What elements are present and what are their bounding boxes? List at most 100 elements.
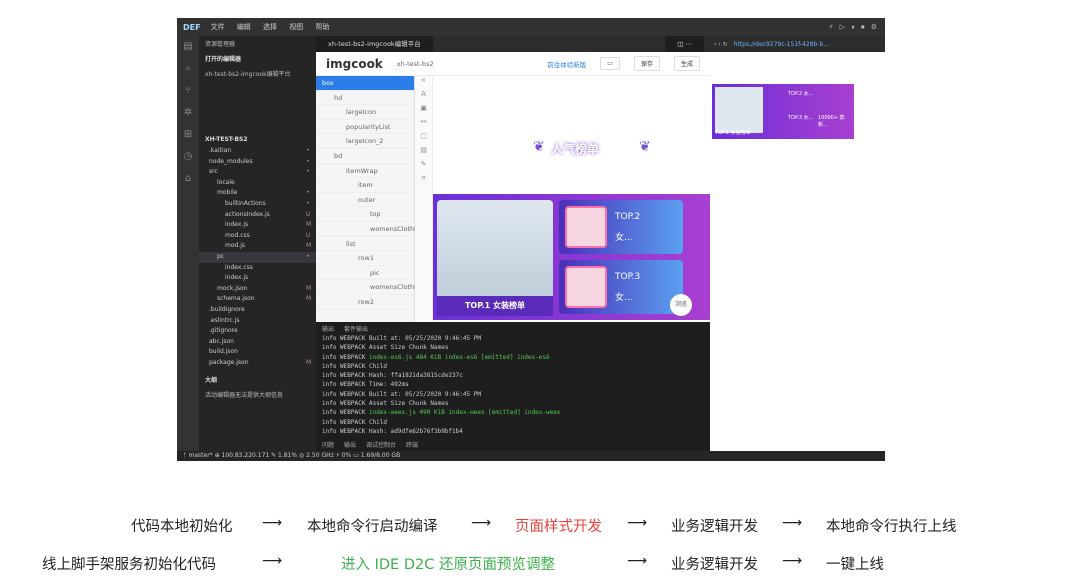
git-status-badge: •	[306, 147, 310, 154]
git-status-badge: •	[306, 199, 310, 207]
layer-item[interactable]: bd	[316, 149, 414, 164]
file-tree-item[interactable]: mod.js M	[199, 241, 316, 252]
layer-item[interactable]: womensClothingI	[316, 222, 426, 237]
menu-file[interactable]: 文件	[211, 23, 225, 31]
file-tree-item[interactable]: build.json	[199, 347, 316, 358]
git-status-badge	[306, 316, 316, 327]
top3-card[interactable]: TOP.3 女...	[559, 260, 683, 314]
layer-item[interactable]: popularityList	[316, 120, 414, 135]
log-text: info WEBPACK Built at: 05/25/2020 9:46:4…	[322, 390, 481, 398]
file-tree-item[interactable]: builtinActions •	[199, 199, 316, 210]
flow2-step1: 线上脚手架服务初始化代码	[42, 557, 216, 573]
code-tool-icon[interactable]: ⌗	[415, 174, 432, 188]
tab-output-bottom[interactable]: 输出	[344, 440, 356, 450]
layer-item[interactable]: list	[316, 237, 414, 252]
log-line: info WEBPACK Asset Size Chunk Names	[316, 343, 710, 352]
file-tree-item[interactable]: abc.json	[199, 337, 316, 348]
file-name: .kaitian	[209, 147, 232, 154]
files-icon[interactable]: ▤	[177, 36, 199, 58]
clock-icon[interactable]: ◷	[177, 146, 199, 168]
tab-terminal[interactable]: 终端	[406, 440, 418, 450]
top1-photo[interactable]: TOP.1 女装榜单	[437, 200, 553, 316]
layer-item[interactable]: outer	[316, 193, 414, 208]
log-line: info WEBPACK index-es6.js 484 KiB index-…	[316, 353, 710, 362]
tab-kit-output[interactable]: 套件输出	[344, 324, 368, 334]
file-tree-item[interactable]: .eslintrc.js	[199, 316, 316, 327]
menu-view[interactable]: 视图	[289, 23, 303, 31]
layer-item[interactable]: top	[316, 207, 414, 222]
flow2-arrow-3: ⟶	[782, 553, 803, 569]
file-tree-item[interactable]: mock.json M	[199, 284, 316, 295]
debug-icon[interactable]: ✲	[177, 102, 199, 124]
menu-select[interactable]: 选择	[263, 23, 277, 31]
file-tree-item[interactable]: mod.css U	[199, 231, 316, 242]
layout-tool-icon[interactable]: ▤	[415, 146, 432, 160]
top2-card[interactable]: TOP.2 女...	[559, 200, 683, 254]
file-tree-item[interactable]: schema.json M	[199, 294, 316, 305]
log-line: info WEBPACK Hash: ad9dfe62b76f3b9bf1b4	[316, 427, 710, 436]
layer-item[interactable]: hd	[316, 91, 414, 106]
close-panel-icon[interactable]: «	[415, 76, 432, 90]
tab-output[interactable]: 输出	[322, 324, 334, 334]
try-new-version-link[interactable]: 前往体验新版	[547, 59, 586, 69]
layer-item[interactable]: womensClothingI	[316, 280, 426, 295]
file-tree-item[interactable]: .gitignore	[199, 326, 316, 337]
frame-tool-icon[interactable]: ▢	[415, 132, 432, 146]
file-tree-item[interactable]: index.js	[199, 273, 316, 284]
file-tree-item[interactable]: src •	[199, 167, 316, 178]
menu-help[interactable]: 帮助	[316, 23, 330, 31]
link-tool-icon[interactable]: ⚯	[415, 118, 432, 132]
file-tree-item[interactable]: pc •	[199, 251, 316, 263]
layer-item[interactable]: itemWrap	[316, 164, 414, 179]
flow1-step2: 本地命令行启动编译	[307, 519, 438, 535]
split-editor-icon[interactable]: ◫ ⋯	[665, 36, 704, 52]
file-tree-item[interactable]: .kaitian •	[199, 146, 316, 157]
generate-button[interactable]: 生成	[673, 56, 700, 71]
edit-tool-icon[interactable]: ✎	[415, 160, 432, 174]
flow2-step3: 业务逻辑开发	[671, 557, 758, 573]
layer-item[interactable]: largeIcon_2	[316, 134, 414, 149]
open-editors-header[interactable]: 打开的编辑器	[199, 51, 316, 66]
source-control-icon[interactable]: ⑂	[177, 80, 199, 102]
preview-top1-caption: TOP.1 女装榜单	[715, 130, 751, 136]
layer-item[interactable]: row2	[316, 295, 414, 310]
top2-photo	[565, 206, 607, 248]
open-editor-item[interactable]: xh-test-bs2-imgcook编辑平台	[199, 66, 316, 81]
layer-item[interactable]: largeIcon	[316, 105, 414, 120]
image-tool-icon[interactable]: ▣	[415, 104, 432, 118]
tab-debug-console[interactable]: 调试控制台	[366, 440, 396, 450]
browse-fab-button[interactable]: 浏览	[670, 294, 692, 316]
layer-item[interactable]: row1	[316, 251, 414, 266]
layer-item[interactable]: box	[316, 76, 414, 91]
preview-url[interactable]: https://dec9279c-151f-428b-b...	[734, 41, 829, 48]
file-tree-item[interactable]: node_modules •	[199, 157, 316, 168]
text-tool-icon[interactable]: A	[415, 90, 432, 104]
top2-title: TOP.2	[615, 212, 641, 222]
file-tree-item[interactable]: index.css	[199, 263, 316, 274]
menu-edit[interactable]: 编辑	[237, 23, 251, 31]
file-tree-item[interactable]: mobile •	[199, 188, 316, 199]
outline-header[interactable]: 大纲	[199, 372, 316, 387]
run-controls[interactable]: ⚡ ▷ ⏸ ⏹ ⚙	[829, 23, 879, 32]
device-icon[interactable]: ▭	[600, 57, 620, 70]
home-icon[interactable]: ⌂	[177, 168, 199, 190]
ranking-banner[interactable]: TOP.1 女装榜单 TOP.2 女... TOP.3 女... 浏览	[433, 194, 710, 320]
save-button[interactable]: 保存	[633, 56, 660, 71]
search-icon[interactable]: ⌕	[177, 58, 199, 80]
project-header[interactable]: XH-TEST-BS2	[199, 133, 316, 146]
tab-problems[interactable]: 问题	[322, 440, 334, 450]
extensions-icon[interactable]: ⊞	[177, 124, 199, 146]
editor-tab[interactable]: xh-test-bs2-imgcook编辑平台	[316, 36, 433, 52]
file-tree-item[interactable]: actionsIndex.js U	[199, 210, 316, 221]
nav-back-icon[interactable]: ‹ › ↻	[714, 41, 728, 48]
log-line: info WEBPACK Child	[316, 418, 710, 427]
file-tree-item[interactable]: locale	[199, 178, 316, 189]
file-tree-item[interactable]: index.js M	[199, 220, 316, 231]
file-tree-item[interactable]: .buildignore	[199, 305, 316, 316]
file-tree-item[interactable]: package.json M	[199, 358, 316, 369]
layer-item[interactable]: item	[316, 178, 414, 193]
wing-left-icon: ❦	[533, 139, 545, 155]
git-status-badge: •	[306, 157, 310, 165]
log-line: info WEBPACK Hash: ffa1821da3815cde237c	[316, 371, 710, 380]
layer-item[interactable]: pic	[316, 266, 414, 281]
